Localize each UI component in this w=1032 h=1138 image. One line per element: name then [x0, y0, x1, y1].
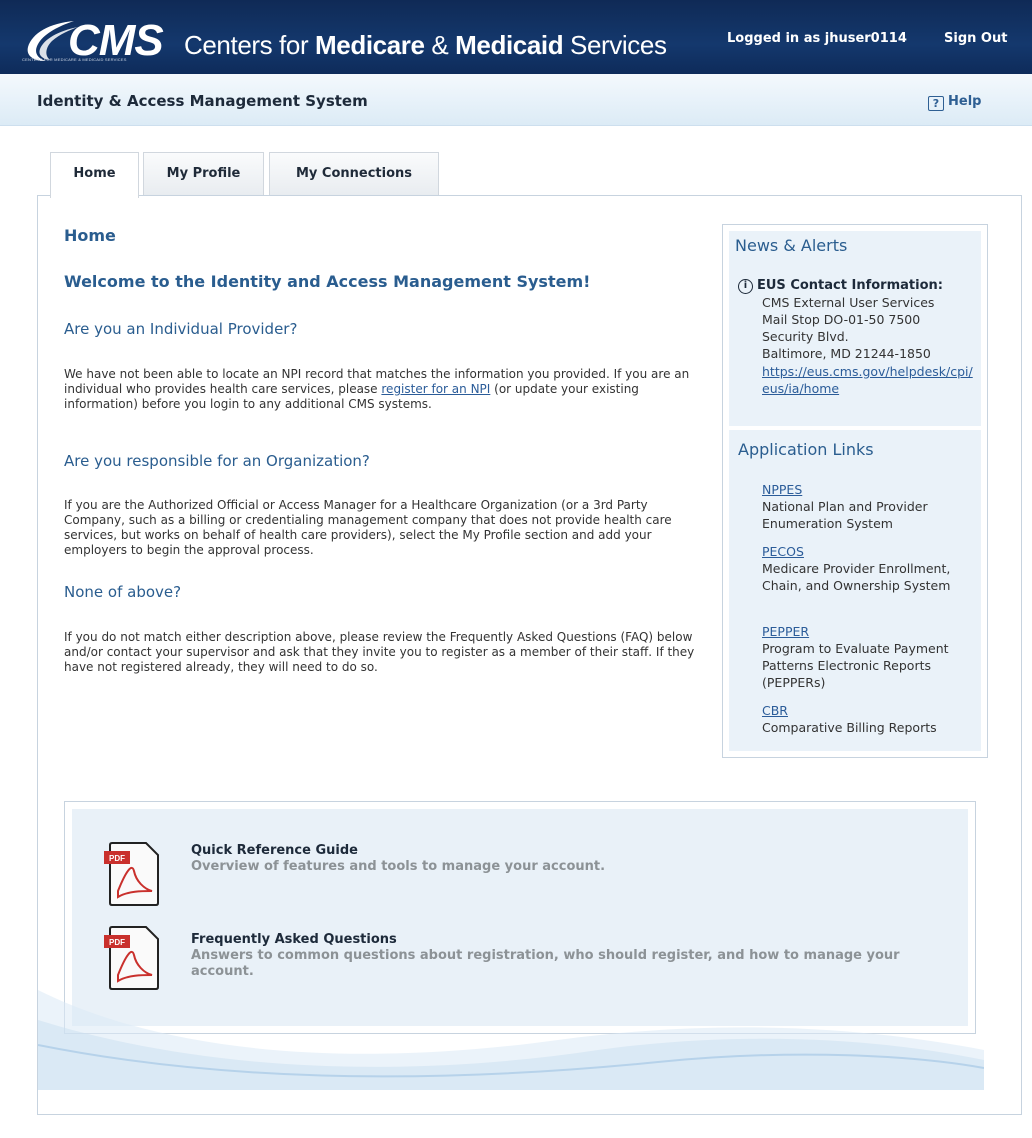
logo-subtext: CENTERS FOR MEDICARE & MEDICAID SERVICES	[22, 57, 127, 62]
tab-my-connections[interactable]: My Connections	[269, 152, 439, 196]
app-link-pecos[interactable]: PECOS	[762, 544, 804, 559]
none-of-above-heading: None of above?	[64, 583, 182, 601]
system-bar: Identity & Access Management System ? Hel…	[0, 74, 1032, 126]
pdf-icon-label: PDF	[109, 854, 125, 863]
welcome-heading: Welcome to the Identity and Access Manag…	[64, 272, 591, 291]
tab-my-profile[interactable]: My Profile	[143, 152, 264, 196]
faq-link[interactable]: Frequently Asked Questions	[191, 932, 397, 947]
app-link-nppes[interactable]: NPPES	[762, 482, 802, 497]
info-icon: i	[738, 279, 753, 294]
org-name: Centers for Medicare & Medicaid Services	[184, 30, 667, 61]
application-links-heading: Application Links	[738, 440, 874, 459]
news-alerts-heading: News & Alerts	[735, 236, 848, 255]
page-title: Home	[64, 226, 116, 245]
app-desc-cbr: Comparative Billing Reports	[762, 720, 937, 735]
organization-text: If you are the Authorized Official or Ac…	[64, 498, 672, 557]
logged-in-status: Logged in as jhuser0114	[727, 31, 907, 46]
app-link-pepper[interactable]: PEPPER	[762, 624, 809, 639]
eus-contact-line: Mail Stop DO-01-50 7500	[762, 312, 921, 327]
none-of-above-text: If you do not match either description a…	[64, 630, 695, 674]
individual-provider-text: We have not been able to locate an NPI r…	[64, 367, 704, 412]
help-link[interactable]: ? Help	[928, 94, 981, 111]
organization-heading: Are you responsible for an Organization?	[64, 452, 370, 470]
org-name-suffix: Services	[563, 30, 667, 60]
eus-contact-line: Security Blvd.	[762, 329, 849, 344]
org-name-prefix: Centers for	[184, 30, 316, 60]
tab-home[interactable]: Home	[50, 152, 139, 198]
eus-contact-line: Baltimore, MD 21244-1850	[762, 346, 931, 361]
register-npi-link[interactable]: register for an NPI	[381, 382, 490, 396]
eus-url-link[interactable]: https://eus.cms.gov/helpdesk/cpi/eus/ia/…	[762, 363, 976, 397]
pdf-icon[interactable]: PDF	[104, 841, 160, 907]
org-name-mid: &	[424, 30, 456, 60]
help-label: Help	[948, 94, 982, 109]
app-desc-nppes: National Plan and Provider Enumeration S…	[762, 499, 928, 531]
quick-reference-guide-desc: Overview of features and tools to manage…	[191, 859, 606, 874]
help-icon: ?	[928, 96, 944, 111]
quick-reference-guide-link[interactable]: Quick Reference Guide	[191, 843, 358, 858]
individual-provider-heading: Are you an Individual Provider?	[64, 320, 298, 338]
sidebar-divider	[729, 426, 981, 430]
sign-out-link[interactable]: Sign Out	[944, 31, 1007, 46]
system-title: Identity & Access Management System	[37, 92, 368, 110]
pdf-icon[interactable]: PDF	[104, 925, 160, 991]
app-link-cbr[interactable]: CBR	[762, 703, 788, 718]
decorative-wave	[38, 990, 984, 1090]
pdf-file-icon: PDF	[104, 926, 159, 990]
pdf-file-icon: PDF	[104, 842, 159, 906]
faq-desc: Answers to common questions about regist…	[191, 948, 900, 979]
app-desc-pecos: Medicare Provider Enrollment, Chain, and…	[762, 561, 951, 593]
org-name-medicaid: Medicaid	[455, 30, 564, 60]
app-desc-pepper: Program to Evaluate Payment Patterns Ele…	[762, 641, 949, 690]
pdf-icon-label: PDF	[109, 938, 125, 947]
top-banner: CMS CENTERS FOR MEDICARE & MEDICAID SERV…	[0, 0, 1032, 74]
eus-contact-title: EUS Contact Information:	[757, 278, 943, 293]
eus-contact-line: CMS External User Services	[762, 295, 935, 310]
org-name-medicare: Medicare	[315, 30, 425, 60]
